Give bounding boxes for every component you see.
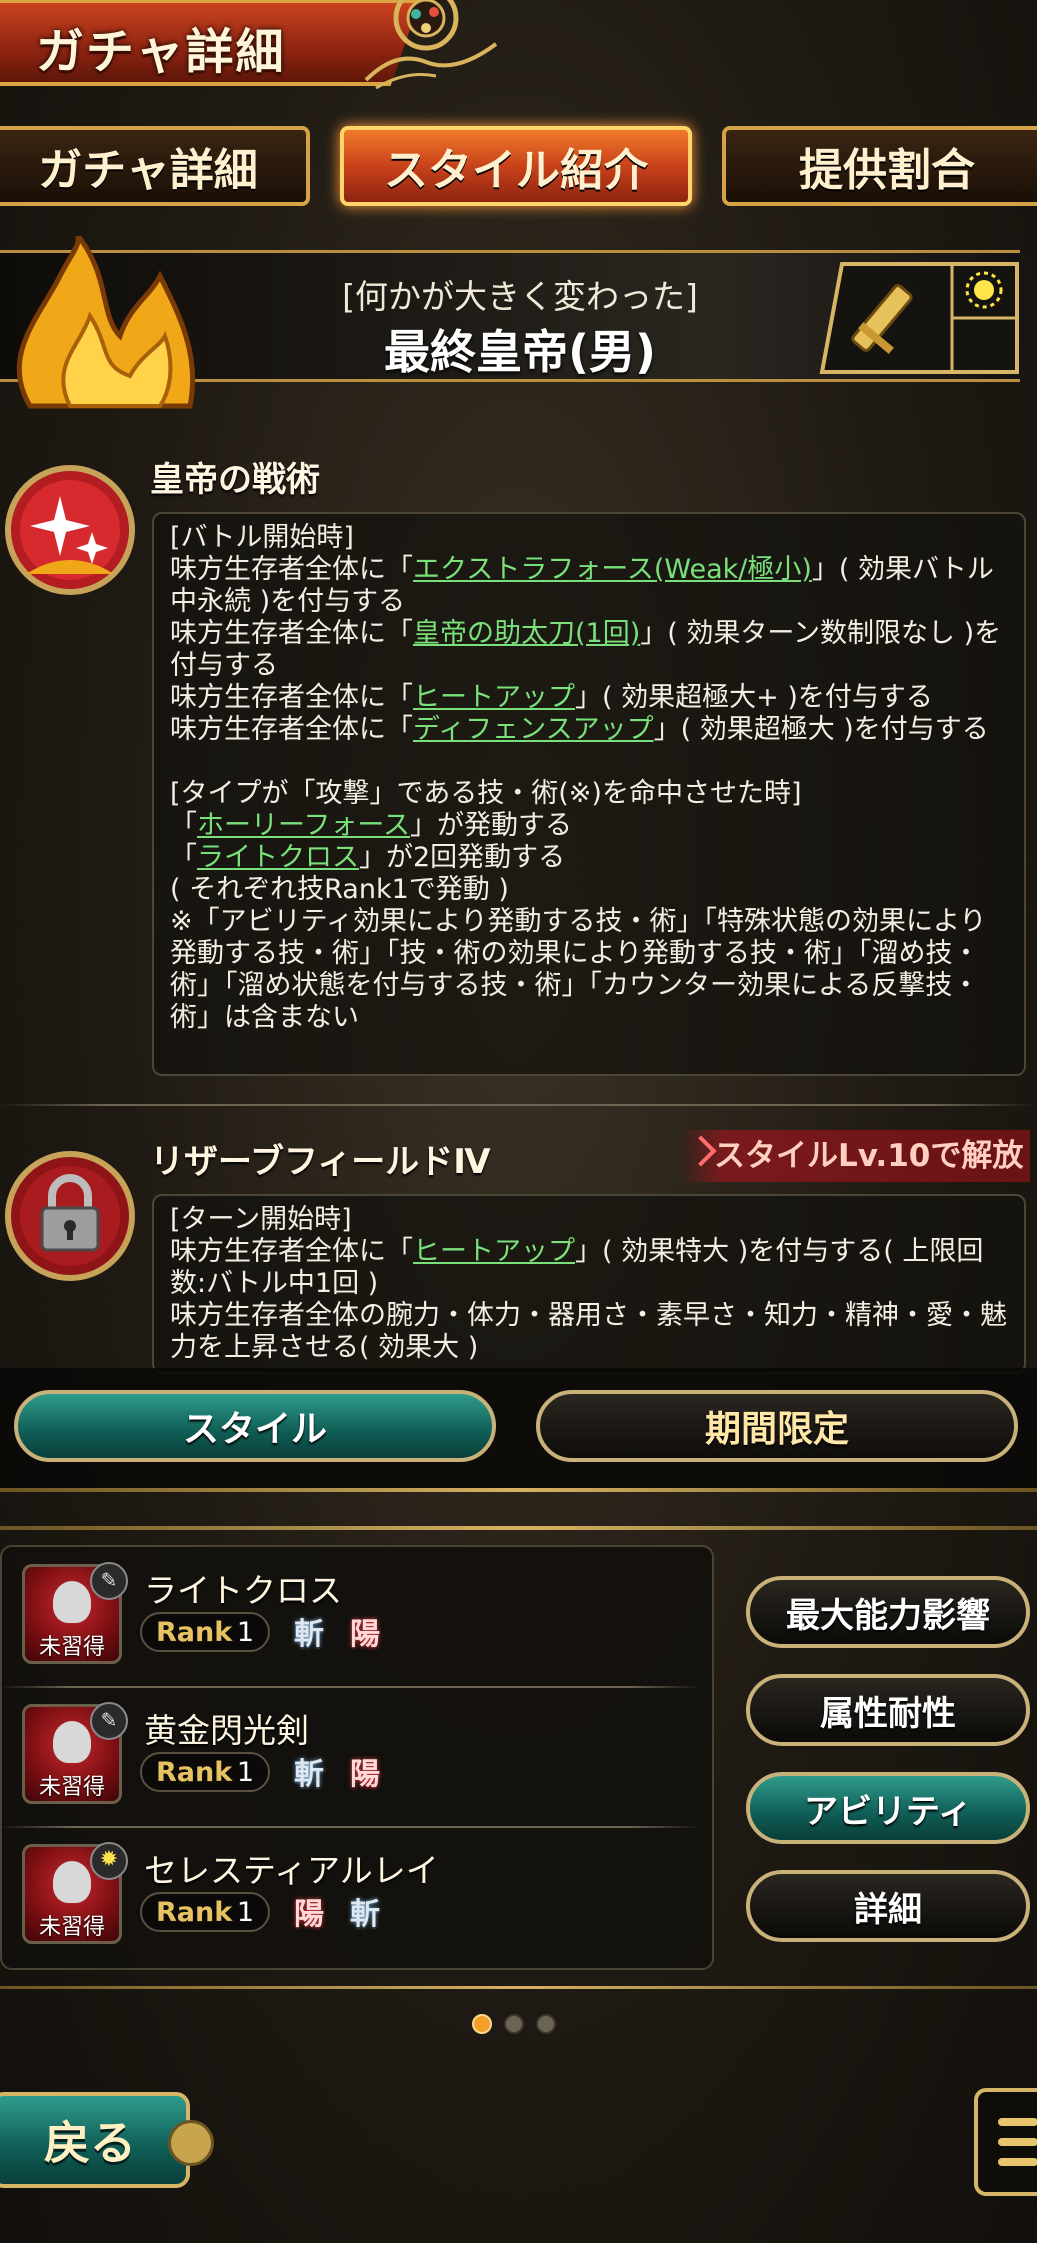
tab-drop-rates[interactable]: 提供割合: [722, 126, 1037, 206]
desc-line: [バトル開始時]: [170, 522, 354, 553]
ability-title: 皇帝の戦術: [150, 460, 320, 500]
desc-line: 味方生存者全体に「皇帝の助太刀(1回)」( 効果ターン数制限なし )を付与する: [170, 618, 1002, 681]
pen-icon: ✎: [90, 1702, 128, 1740]
skill-name: セレスティアルレイ: [144, 1851, 439, 1890]
gear-icon: [168, 2120, 214, 2166]
ability-description: [ターン開始時] 味方生存者全体に「ヒートアップ」( 効果特大 )を付与する( …: [152, 1194, 1026, 1374]
tab-label: ガチャ詳細: [38, 145, 258, 196]
lock-icon: [5, 1151, 135, 1281]
gold-divider: [0, 1986, 1037, 1989]
row-divider: [0, 1826, 700, 1828]
effect-link-defense-up[interactable]: ディフェンスアップ: [413, 714, 654, 745]
page-title: ガチャ詳細: [36, 24, 286, 80]
rank-label: Rank: [156, 1756, 233, 1788]
detail-button[interactable]: 詳細: [746, 1870, 1030, 1942]
sun-attribute-icon: 陽: [294, 1897, 324, 1932]
slash-attribute-icon: 斬: [294, 1617, 324, 1652]
skill-status: 未習得: [38, 1915, 105, 1940]
element-resistance-button[interactable]: 属性耐性: [746, 1674, 1030, 1746]
back-label: 戻る: [44, 2116, 136, 2170]
rank-value: 1: [236, 1896, 254, 1928]
style-name: 最終皇帝(男): [383, 325, 657, 379]
rank-value: 1: [236, 1616, 254, 1648]
ability-button[interactable]: アビリティ: [746, 1772, 1030, 1844]
tab-label: スタイル紹介: [384, 145, 648, 196]
desc-line: ( それぞれ技Rank1で発動 ): [170, 874, 509, 905]
tab-style-intro[interactable]: スタイル紹介: [340, 126, 692, 206]
row-divider: [0, 1686, 700, 1688]
ability-description: [バトル開始時] 味方生存者全体に「エクストラフォース(Weak/極小)」( 効…: [152, 512, 1026, 1076]
desc-line: 味方生存者全体に「ヒートアップ」( 効果特大 )を付与する( 上限回数:バトル中…: [170, 1236, 984, 1299]
desc-line-blank: [170, 746, 1008, 778]
style-subtitle: [何かが大きく変わった]: [342, 277, 698, 316]
desc-line: 味方生存者全体に「エクストラフォース(Weak/極小)」( 効果バトル中永続 )…: [170, 554, 994, 617]
page-dot[interactable]: [504, 2014, 524, 2034]
toggle-style-button[interactable]: スタイル: [14, 1390, 496, 1462]
effect-link-light-cross[interactable]: ライトクロス: [197, 842, 359, 873]
desc-line: 「ライトクロス」が2回発動する: [170, 842, 566, 873]
rank-pill: Rank 1: [140, 1892, 270, 1932]
sun-attribute-icon: 陽: [350, 1757, 380, 1792]
effect-link-holy-force[interactable]: ホーリーフォース: [197, 810, 410, 841]
back-button[interactable]: 戻る: [0, 2092, 190, 2188]
rank-pill: Rank 1: [140, 1612, 270, 1652]
desc-line: 味方生存者全体に「ディフェンスアップ」( 効果超極大 )を付与する: [170, 714, 989, 745]
skill-status: 未習得: [38, 1775, 105, 1800]
skill-status: 未習得: [38, 1635, 105, 1660]
ornament-emblem-icon: [364, 0, 498, 90]
sparkle-icon: [5, 465, 135, 595]
slash-attribute-icon: 斬: [350, 1897, 380, 1932]
sun-attribute-icon: 陽: [350, 1617, 380, 1652]
sun-icon: ✹: [90, 1842, 128, 1880]
desc-line: [タイプが「攻撃」である技・術(※)を命中させた時]: [170, 778, 802, 809]
effect-link-heat-up[interactable]: ヒートアップ: [413, 682, 575, 713]
weapon-type-frame: [819, 262, 1019, 374]
flame-icon: [16, 236, 196, 409]
bulb-icon: [53, 1721, 91, 1763]
desc-line: 「ホーリーフォース」が発動する: [170, 810, 573, 841]
gold-divider: [0, 1488, 1037, 1492]
page-dot[interactable]: [536, 2014, 556, 2034]
rank-pill: Rank 1: [140, 1752, 270, 1792]
bulb-icon: [53, 1581, 91, 1623]
skill-name: 黄金閃光剣: [144, 1711, 309, 1750]
desc-line: ※「アビリティ効果により発動する技・術」「特殊状態の効果により発動する技・術」「…: [170, 906, 987, 1033]
page-dot-active[interactable]: [472, 2014, 492, 2034]
rank-label: Rank: [156, 1896, 233, 1928]
desc-line: 味方生存者全体の腕力・体力・器用さ・素早さ・知力・精神・愛・魅力を上昇させる( …: [170, 1300, 1007, 1363]
slash-attribute-icon: 斬: [294, 1757, 324, 1792]
max-stat-influence-button[interactable]: 最大能力影響: [746, 1576, 1030, 1648]
gold-divider: [0, 1526, 1037, 1530]
hamburger-menu-icon[interactable]: [974, 2088, 1037, 2196]
effect-link-extra-force[interactable]: エクストラフォース(Weak/極小): [413, 554, 812, 585]
effect-link-heat-up[interactable]: ヒートアップ: [413, 1236, 575, 1267]
rank-value: 1: [236, 1756, 254, 1788]
tab-gacha-detail[interactable]: ガチャ詳細: [0, 126, 310, 206]
ability-title: リザーブフィールドⅣ: [150, 1142, 491, 1182]
pen-icon: ✎: [90, 1562, 128, 1600]
rank-label: Rank: [156, 1616, 233, 1648]
section-divider: [0, 1104, 1037, 1106]
tab-label: 提供割合: [799, 145, 975, 196]
toggle-limited-button[interactable]: 期間限定: [536, 1390, 1018, 1462]
skill-name: ライトクロス: [144, 1571, 342, 1610]
desc-line: 味方生存者全体に「ヒートアップ」( 効果超極大+ )を付与する: [170, 682, 933, 713]
effect-link-emperor-aid[interactable]: 皇帝の助太刀(1回): [413, 618, 640, 649]
unlock-condition-badge: スタイルLv.10で解放: [680, 1130, 1030, 1182]
desc-line: [ターン開始時]: [170, 1204, 352, 1235]
bulb-icon: [53, 1861, 91, 1903]
